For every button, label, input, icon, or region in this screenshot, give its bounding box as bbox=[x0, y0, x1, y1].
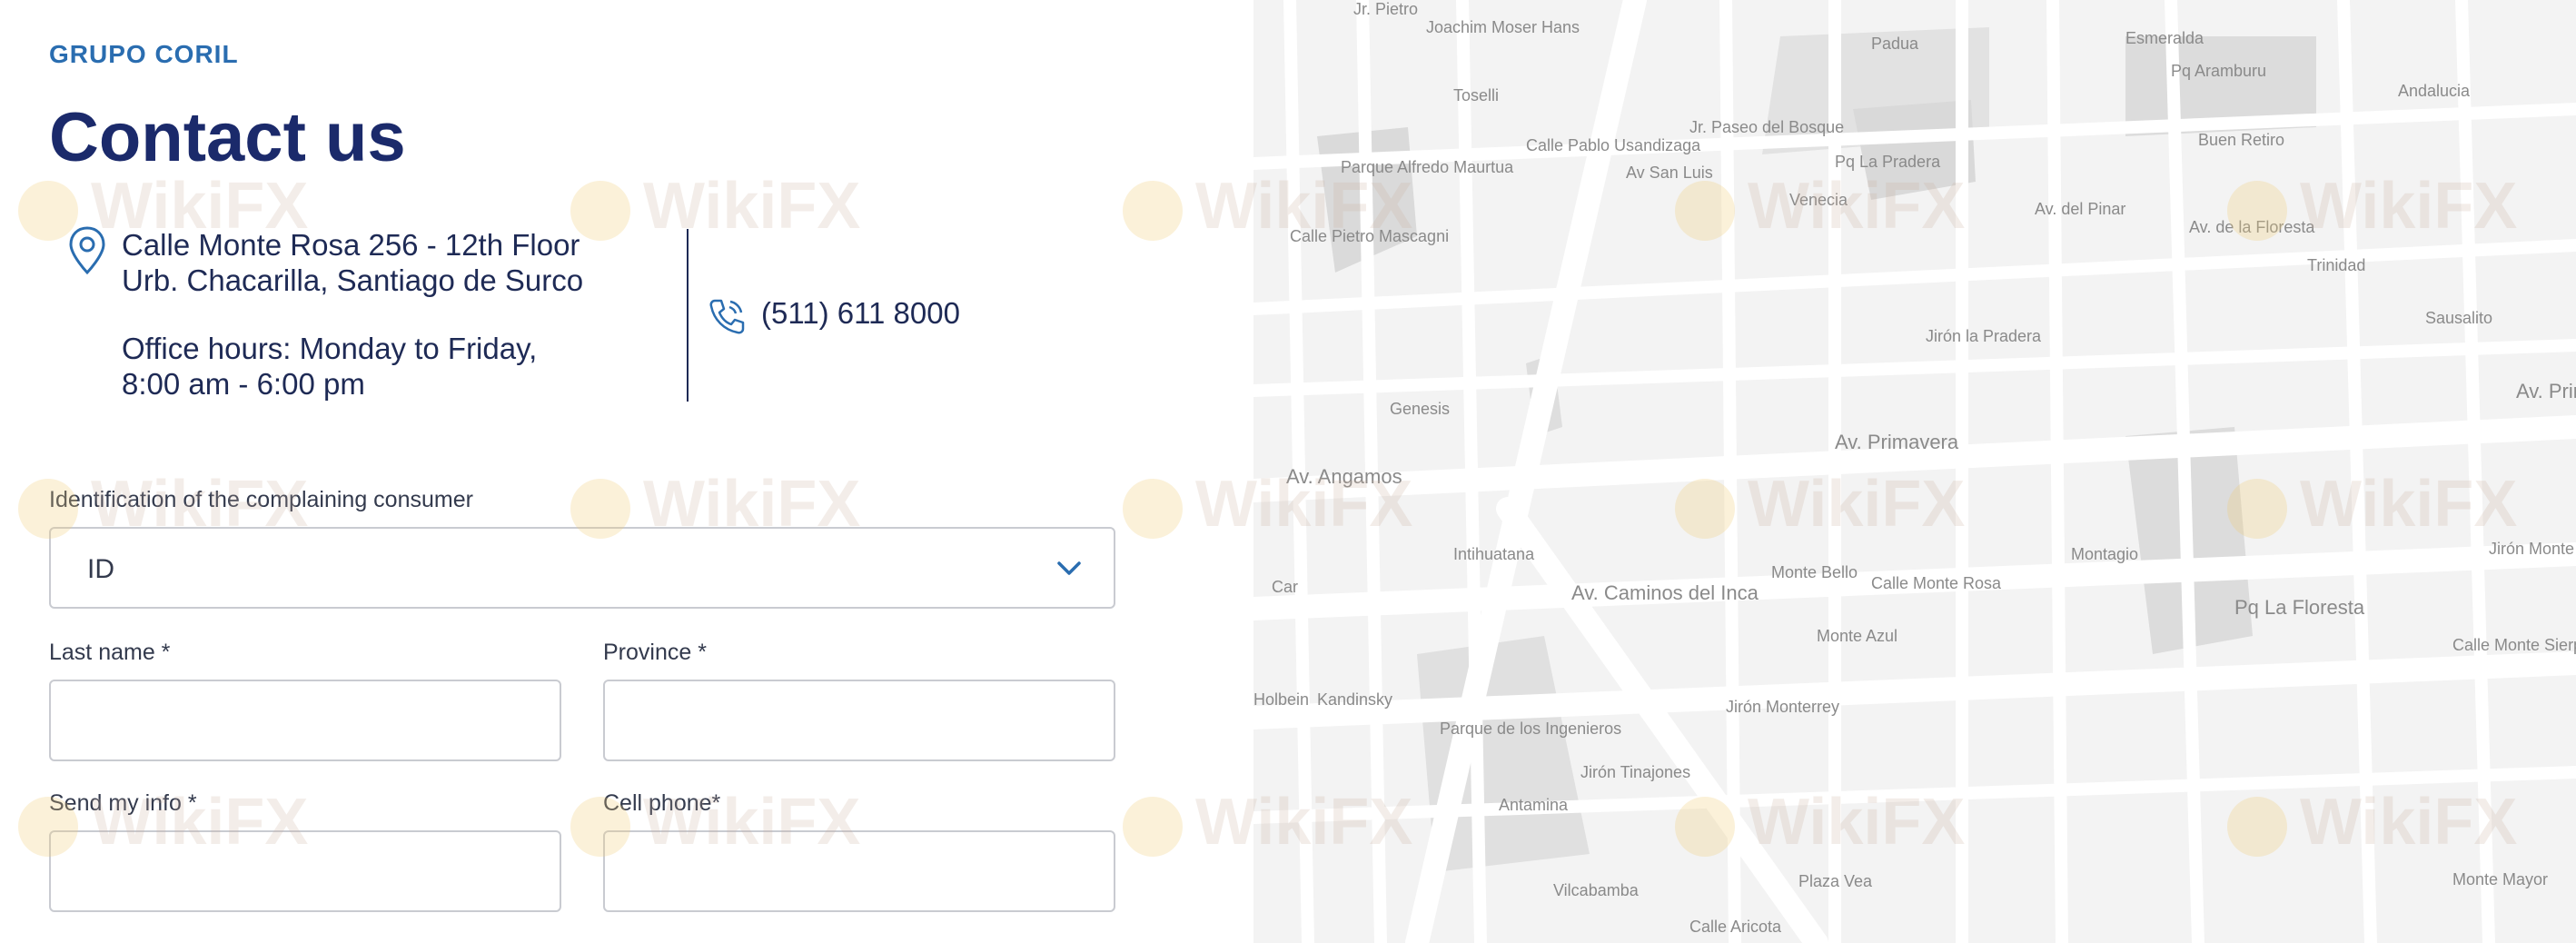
map-label-holbein: Holbein bbox=[1253, 690, 1310, 709]
map-label-jiron-monterrey: Jirón Monterrey bbox=[1726, 698, 1840, 716]
map-label-av-de-la-floresta: Av. de la Floresta bbox=[2189, 218, 2315, 236]
map-label-calle-pablo-usandizaga: Calle Pablo Usandizaga bbox=[1526, 136, 1701, 154]
last-name-label: Last name * bbox=[49, 640, 171, 665]
map-label-kandinsky: Kandinsky bbox=[1317, 690, 1393, 709]
map-streets bbox=[1253, 0, 2576, 943]
map-label-pq-aramburu: Pq Aramburu bbox=[2171, 62, 2267, 80]
phone-link[interactable]: (511) 611 8000 bbox=[761, 296, 960, 331]
address-line-1: Calle Monte Rosa 256 - 12th Floor bbox=[122, 228, 580, 262]
office-hours: Office hours: Monday to Friday, 8:00 am … bbox=[122, 331, 537, 402]
map-label-trinidad: Trinidad bbox=[2307, 256, 2366, 274]
location-pin-icon bbox=[69, 226, 105, 275]
map-label-av-primavera: Av. Primavera bbox=[1835, 431, 1959, 453]
map-label-calle-aricota: Calle Aricota bbox=[1689, 918, 1782, 936]
map-label-jiron-tinajones: Jirón Tinajones bbox=[1580, 763, 1691, 781]
brand-name: GRUPO CORIL bbox=[49, 40, 239, 68]
page-title: Contact us bbox=[49, 99, 406, 176]
map-label-antamina: Antamina bbox=[1499, 796, 1569, 814]
map-label-montagio: Montagio bbox=[2071, 545, 2139, 563]
map-label-av-prin: Av. Prin bbox=[2516, 380, 2576, 402]
map-label-parque-de-los-ingenieros: Parque de los Ingenieros bbox=[1440, 720, 1622, 738]
map-label-calle-monte-rosa: Calle Monte Rosa bbox=[1871, 574, 2002, 592]
address-line-2: Urb. Chacarilla, Santiago de Surco bbox=[122, 263, 584, 297]
map-label-pq-la-floresta: Pq La Floresta bbox=[2234, 596, 2365, 619]
map-label-padua: Padua bbox=[1871, 35, 1919, 53]
office-hours-line-1: Office hours: Monday to Friday, bbox=[122, 332, 538, 365]
map-label-av-angamos: Av. Angamos bbox=[1286, 465, 1402, 488]
map-label-pq-la-pradera: Pq La Pradera bbox=[1835, 153, 1941, 171]
map-label-genesis: Genesis bbox=[1390, 400, 1451, 418]
map-label-calle-pietro-mascagni: Calle Pietro Mascagni bbox=[1290, 227, 1450, 245]
send-info-input[interactable] bbox=[49, 830, 561, 912]
map-label-buen-retiro: Buen Retiro bbox=[2198, 131, 2285, 149]
map-label-plaza-vea: Plaza Vea bbox=[1798, 872, 1873, 890]
map-label-calle-monte-sierpe: Calle Monte Sierpe bbox=[2452, 636, 2576, 654]
contact-panel: GRUPO CORIL Contact us Calle Monte Rosa … bbox=[0, 0, 1253, 943]
map-label-av-san-luis: Av San Luis bbox=[1626, 164, 1713, 182]
map-label-toselli: Toselli bbox=[1453, 86, 1500, 104]
cell-phone-label: Cell phone* bbox=[603, 790, 721, 816]
map-label-parque-alfredo-maurtua: Parque Alfredo Maurtua bbox=[1341, 158, 1514, 176]
identification-select-value: ID bbox=[87, 554, 114, 584]
map-label-av-del-pinar: Av. del Pinar bbox=[2035, 200, 2126, 218]
map-label-monte-bello: Monte Bello bbox=[1771, 563, 1858, 581]
phone-icon bbox=[709, 299, 745, 334]
map-label-intihuatana: Intihuatana bbox=[1453, 545, 1535, 563]
map-label-venecia: Venecia bbox=[1789, 191, 1848, 209]
province-label: Province * bbox=[603, 640, 707, 665]
map-label-car: Car bbox=[1272, 578, 1299, 596]
location-map[interactable]: Jr. Pietro Joachim Moser Hans Toselli Ca… bbox=[1253, 0, 2576, 943]
province-input[interactable] bbox=[603, 680, 1115, 761]
map-label-av-caminos-del-inca: Av. Caminos del Inca bbox=[1571, 581, 1759, 604]
last-name-input[interactable] bbox=[49, 680, 561, 761]
contact-divider bbox=[687, 229, 689, 402]
map-label-andalucia: Andalucia bbox=[2398, 82, 2471, 100]
map-label-jr-paseo-del-bosque: Jr. Paseo del Bosque bbox=[1689, 118, 1845, 136]
map-label-sausalito: Sausalito bbox=[2425, 309, 2493, 327]
identification-select[interactable]: ID bbox=[49, 527, 1115, 609]
map-label-monte-mayor: Monte Mayor bbox=[2452, 870, 2549, 888]
send-info-label: Send my info * bbox=[49, 790, 197, 816]
map-label-monte-azul: Monte Azul bbox=[1817, 627, 1898, 645]
address: Calle Monte Rosa 256 - 12th Floor Urb. C… bbox=[122, 227, 583, 298]
map-label-esmeralda: Esmeralda bbox=[2125, 29, 2204, 47]
map-label-jiron-la-pradera: Jirón la Pradera bbox=[1926, 327, 2042, 345]
map-label-jr-pietro: Jr. Pietro bbox=[1353, 0, 1419, 18]
office-hours-line-2: 8:00 am - 6:00 pm bbox=[122, 367, 365, 401]
chevron-down-icon bbox=[1057, 561, 1081, 575]
identification-label: Identification of the complaining consum… bbox=[49, 487, 473, 512]
map-label-jiron-monte: Jirón Monte bbox=[2489, 540, 2575, 558]
map-label-joachim-moser-hans: Joachim Moser Hans bbox=[1426, 18, 1580, 36]
cell-phone-input[interactable] bbox=[603, 830, 1115, 912]
map-label-vilcabamba: Vilcabamba bbox=[1553, 881, 1639, 899]
